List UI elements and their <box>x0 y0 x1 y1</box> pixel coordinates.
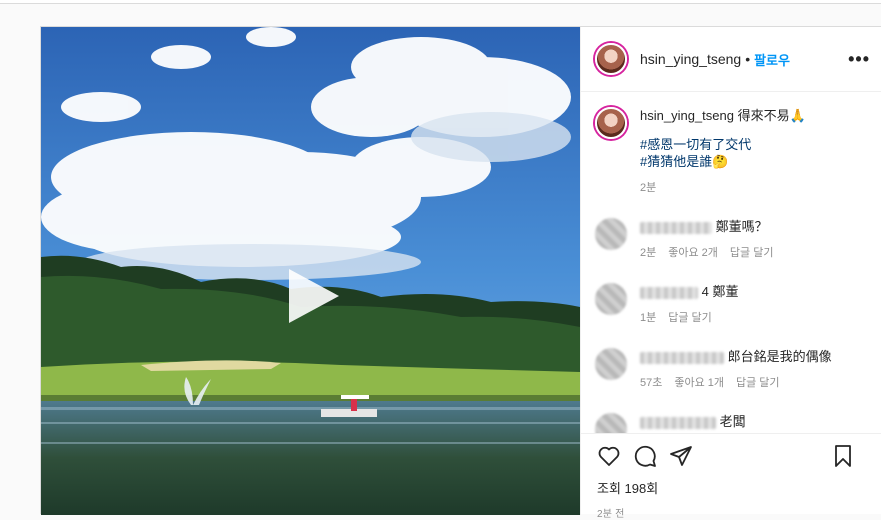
commenter-username[interactable] <box>640 351 724 364</box>
caption-avatar[interactable] <box>595 107 627 139</box>
separator-dot: • <box>745 51 751 67</box>
bookmark-icon[interactable] <box>831 444 855 468</box>
hashtag-link[interactable]: #猜猜他是誰🤔 <box>640 153 806 170</box>
author-username[interactable]: hsin_ying_tseng <box>640 51 741 67</box>
heart-icon[interactable] <box>597 444 621 468</box>
author-avatar[interactable] <box>595 43 627 75</box>
caption-username[interactable]: hsin_ying_tseng <box>640 108 734 123</box>
comment-meta: 57초 좋아요 1개 답글 달기 <box>640 375 832 392</box>
hashtag-link[interactable]: #感恩一切有了交代 <box>640 136 806 153</box>
post-sidebar: hsin_ying_tseng • 팔로우 ••• hsin_ying_tsen… <box>580 27 881 520</box>
top-nav-edge <box>0 0 881 4</box>
view-count[interactable]: 조회 198회 <box>597 478 867 497</box>
comment-text: 郎台銘是我的偶像 <box>727 349 832 364</box>
caption: hsin_ying_tseng 得來不易🙏 #感恩一切有了交代 #猜猜他是誰🤔 … <box>595 107 867 197</box>
comment-time: 57초 <box>640 377 663 389</box>
follow-button[interactable]: 팔로우 <box>754 50 790 69</box>
post-header: hsin_ying_tseng • 팔로우 ••• <box>581 27 881 92</box>
post-dialog: hsin_ying_tseng • 팔로우 ••• hsin_ying_tsen… <box>40 26 881 520</box>
caption-time: 2분 <box>640 182 657 194</box>
commenter-avatar[interactable] <box>595 218 627 250</box>
more-options-icon[interactable]: ••• <box>848 50 870 68</box>
comment-meta: 2분 좋아요 2개 답글 달기 <box>640 245 773 262</box>
comment-text: 鄭董嗎？ <box>715 219 768 234</box>
caption-meta: 2분 <box>640 180 806 197</box>
comment-item: 鄭董嗎？ 2분 좋아요 2개 답글 달기 <box>595 218 867 262</box>
video-player[interactable] <box>41 27 580 515</box>
comment-item: 郎台銘是我的偶像 57초 좋아요 1개 답글 달기 <box>595 348 867 392</box>
comment-time: 2분 <box>640 247 657 259</box>
comment-likes[interactable]: 좋아요 2개 <box>668 245 718 262</box>
comments-list: hsin_ying_tseng 得來不易🙏 #感恩一切有了交代 #猜猜他是誰🤔 … <box>581 93 881 433</box>
post-actions: 조회 198회 2분 전 <box>581 433 881 520</box>
reply-button[interactable]: 답글 달기 <box>668 310 712 327</box>
paper-plane-icon[interactable] <box>669 444 693 468</box>
comment-item: 老闆 <box>595 413 867 433</box>
commenter-avatar[interactable] <box>595 413 627 433</box>
comment-likes[interactable]: 좋아요 1개 <box>674 375 724 392</box>
comment-meta: 1분 답글 달기 <box>640 310 738 327</box>
comment-item: 4 鄭董 1분 답글 달기 <box>595 283 867 327</box>
play-icon[interactable] <box>281 265 343 327</box>
comment-bubble-icon[interactable] <box>633 444 657 468</box>
posted-time[interactable]: 2분 전 <box>597 505 867 520</box>
caption-text: 得來不易🙏 <box>737 108 806 123</box>
comment-text: 4 鄭董 <box>701 284 739 299</box>
commenter-username[interactable] <box>640 416 716 429</box>
commenter-avatar[interactable] <box>595 283 627 315</box>
commenter-username[interactable] <box>640 286 698 299</box>
commenter-username[interactable] <box>640 221 712 234</box>
commenter-avatar[interactable] <box>595 348 627 380</box>
comment-time: 1분 <box>640 312 657 324</box>
reply-button[interactable]: 답글 달기 <box>736 375 780 392</box>
reply-button[interactable]: 답글 달기 <box>730 245 774 262</box>
comment-text: 老闆 <box>719 414 746 429</box>
